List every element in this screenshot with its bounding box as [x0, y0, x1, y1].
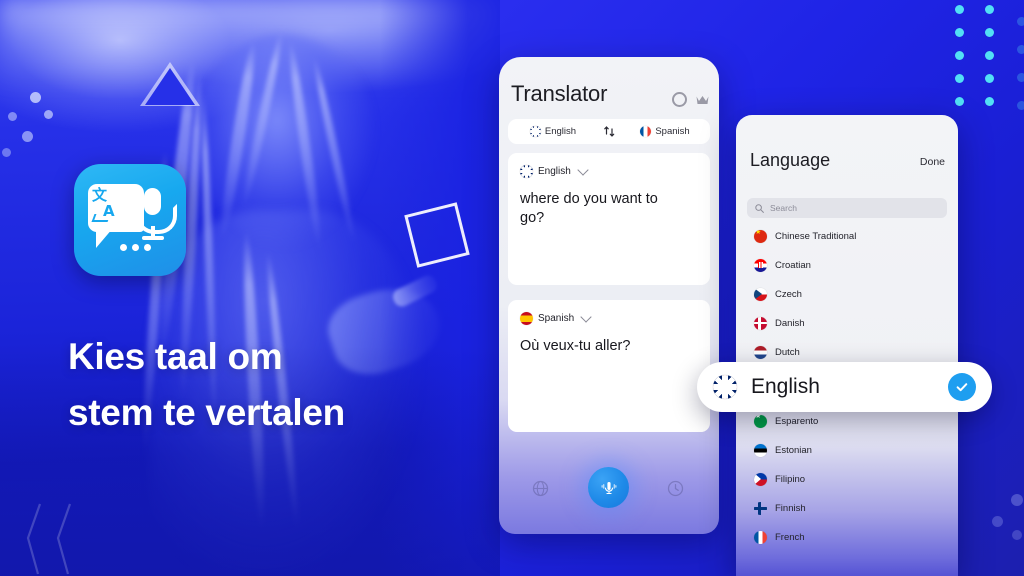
language-name: Dutch	[775, 346, 800, 358]
translation-card-source[interactable]: English where do you want to go?	[508, 153, 710, 285]
target-language-label: Spanish	[655, 126, 690, 137]
flag-ph-icon	[754, 472, 767, 486]
chevron-down-icon[interactable]	[577, 164, 589, 176]
microphone-arc-icon	[136, 204, 177, 234]
crown-icon[interactable]	[696, 95, 709, 104]
search-icon	[755, 203, 764, 213]
language-picker-sheet: Language Done Search Chinese Traditional…	[736, 115, 958, 576]
search-placeholder: Search	[770, 203, 797, 213]
flag-fr-icon	[754, 530, 767, 544]
list-item[interactable]: Dutch	[754, 342, 800, 362]
list-item[interactable]: Filipino	[754, 469, 805, 489]
check-circle-icon	[948, 373, 976, 401]
flag-hr-icon	[754, 258, 767, 272]
language-name: Filipino	[775, 473, 806, 485]
language-name: Esparento	[775, 415, 819, 427]
selected-language-label: English	[751, 375, 820, 398]
chevron-down-icon[interactable]	[580, 311, 592, 323]
flag-cn-icon	[754, 229, 767, 243]
search-input[interactable]: Search	[747, 198, 947, 218]
language-name: Czech	[775, 288, 802, 300]
list-item[interactable]: Chinese Traditional	[754, 226, 856, 246]
poster-canvas: 文 A Kies taal om stem te vertalen Transl…	[0, 0, 1024, 576]
card-language-label: Spanish	[538, 313, 575, 324]
translate-arrow-icon	[91, 214, 111, 222]
flag-ee-icon	[754, 443, 767, 457]
headline-line-1: Kies taal om	[68, 336, 283, 377]
flag-nl-icon	[754, 345, 767, 359]
globe-icon[interactable]	[532, 480, 549, 497]
language-name: Danish	[775, 317, 805, 329]
flag-dk-icon	[754, 316, 767, 330]
list-item[interactable]: Czech	[754, 284, 802, 304]
flag-fr-icon	[640, 126, 652, 137]
headline-line-2: stem te vertalen	[68, 392, 345, 434]
typing-ellipsis-icon	[120, 244, 151, 251]
source-text: where do you want to go?	[520, 191, 658, 227]
done-button[interactable]: Done	[920, 156, 945, 168]
flag-fi-icon	[754, 501, 767, 515]
flag-es-icon	[520, 312, 533, 325]
background-photo	[0, 0, 500, 576]
gear-icon[interactable]	[672, 92, 687, 107]
history-icon[interactable]	[667, 480, 684, 497]
list-item[interactable]: French	[754, 527, 805, 547]
card-language-selector[interactable]: English	[520, 164, 589, 178]
language-name: Croatian	[775, 259, 811, 271]
card-language-selector[interactable]: Spanish	[520, 311, 592, 325]
language-name: French	[775, 531, 805, 543]
list-item[interactable]: Esparento	[754, 411, 818, 431]
source-language-label: English	[544, 126, 577, 137]
list-item[interactable]: Danish	[754, 313, 805, 333]
speech-bubble-tail	[96, 228, 113, 248]
flag-gb-icon	[529, 126, 541, 137]
microphone-base	[142, 236, 164, 240]
list-item[interactable]: Estonian	[754, 440, 812, 460]
source-language-chip[interactable]: English	[508, 126, 598, 137]
language-swap-bar[interactable]: English Spanish	[508, 119, 710, 144]
phone-mockup-translator: Translator English Spanish English where…	[499, 57, 719, 534]
flag-gb-icon	[520, 165, 533, 178]
flag-cz-icon	[754, 287, 767, 301]
app-title: Translator	[511, 81, 608, 106]
language-name: Finnish	[775, 502, 806, 514]
translation-card-target[interactable]: Spanish Où veux-tu aller?	[508, 300, 710, 432]
translated-text: Où veux-tu aller?	[520, 338, 631, 354]
sheet-title: Language	[750, 150, 831, 170]
swap-vertical-icon[interactable]	[598, 125, 620, 138]
selected-language-pill[interactable]: English	[697, 362, 992, 412]
target-language-chip[interactable]: Spanish	[620, 126, 710, 137]
list-item[interactable]: Finnish	[754, 498, 806, 518]
language-name: Estonian	[775, 444, 812, 456]
list-item[interactable]: Croatian	[754, 255, 811, 275]
card-language-label: English	[538, 166, 571, 177]
language-name: Chinese Traditional	[775, 230, 857, 242]
flag-gb-icon	[713, 375, 737, 399]
mic-record-button[interactable]	[588, 467, 629, 508]
translator-voice-app-icon[interactable]: 文 A	[74, 164, 186, 276]
page-title: Kies taal om stem te vertalen	[68, 329, 488, 441]
flag-eo-icon	[754, 414, 767, 428]
